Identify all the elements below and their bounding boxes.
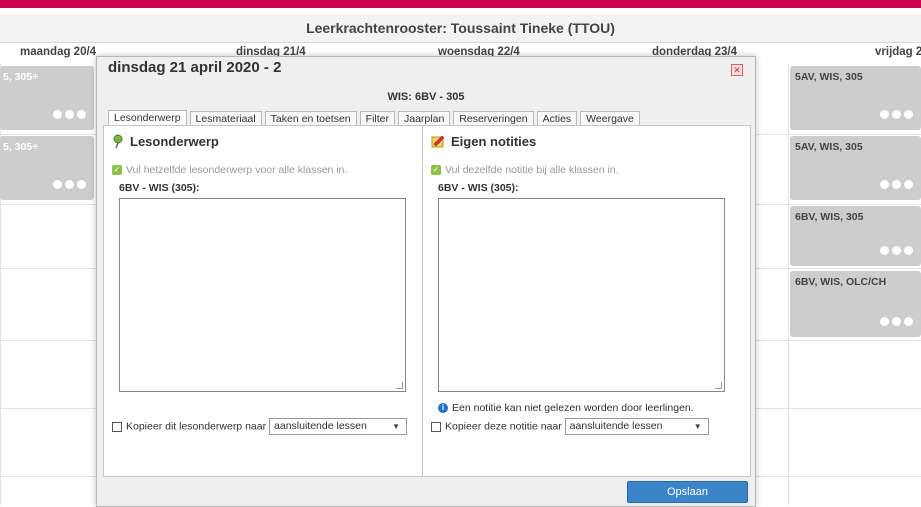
info-icon: i xyxy=(438,403,448,414)
day-header-monday: maandag 20/4 xyxy=(20,46,97,58)
tab-taken-en-toetsen[interactable]: Taken en toetsen xyxy=(264,111,357,126)
more-options-icon[interactable] xyxy=(877,317,913,327)
chevron-down-icon: ▼ xyxy=(392,422,401,431)
tab-filter[interactable]: Filter xyxy=(359,111,395,126)
lesson-card-label: 6BV, WIS, 305 xyxy=(795,211,864,223)
tab-acties[interactable]: Acties xyxy=(536,111,578,126)
copy-label: Kopieer deze notitie naar xyxy=(445,420,562,433)
field-label: 6BV - WIS (305): xyxy=(119,182,200,194)
check-icon: ✓ xyxy=(112,165,122,176)
pin-icon xyxy=(112,134,124,151)
fill-all-label: Vul dezelfde notitie bij alle klassen in… xyxy=(445,164,619,176)
section-title: Eigen notities xyxy=(431,134,536,151)
copy-checkbox[interactable] xyxy=(112,421,122,432)
fill-all-checkbox[interactable]: ✓ Vul hetzelfde lesonderwerp voor alle kl… xyxy=(112,164,347,176)
day-column-monday xyxy=(0,64,98,505)
section-title-text: Lesonderwerp xyxy=(130,134,219,149)
fill-all-checkbox[interactable]: ✓ Vul dezelfde notitie bij alle klassen i… xyxy=(431,164,619,176)
close-icon[interactable]: ✕ xyxy=(731,64,743,76)
tab-lesmateriaal[interactable]: Lesmateriaal xyxy=(189,111,262,126)
tab-bar: Lesonderwerp Lesmateriaal Taken en toetsen… xyxy=(108,110,643,126)
lesson-card-label: 5, 305+ xyxy=(3,141,39,153)
more-options-icon[interactable] xyxy=(50,180,86,190)
lesson-card-label: 5AV, WIS, 305 xyxy=(795,141,863,153)
more-options-icon[interactable] xyxy=(877,180,913,190)
more-options-icon[interactable] xyxy=(50,110,86,120)
tab-jaarplan[interactable]: Jaarplan xyxy=(398,111,451,126)
more-options-icon[interactable] xyxy=(877,110,913,120)
eigen-notities-section: Eigen notities ✓ Vul dezelfde notitie bij… xyxy=(422,126,741,476)
copy-label: Kopieer dit lesonderwerp naar xyxy=(126,420,267,433)
tab-panel: Lesonderwerp ✓ Vul hetzelfde lesonderwerp… xyxy=(103,125,751,477)
page-title: Leerkrachtenrooster: Toussaint Tineke (T… xyxy=(0,14,921,43)
copy-target-select[interactable]: aansluitende lessen ▼ xyxy=(564,418,709,435)
lesson-card[interactable]: 6BV, WIS, 305 xyxy=(790,206,921,266)
lesson-card-label: 5AV, WIS, 305 xyxy=(795,71,863,83)
top-accent-bar xyxy=(0,0,921,8)
resize-grip-icon[interactable] xyxy=(396,382,403,389)
copy-checkbox[interactable] xyxy=(431,421,441,432)
lesson-card[interactable]: 5AV, WIS, 305 xyxy=(790,66,921,130)
note-icon xyxy=(431,134,445,151)
select-value: aansluitende lessen xyxy=(274,420,367,432)
tab-weergave[interactable]: Weergave xyxy=(580,111,640,126)
resize-grip-icon[interactable] xyxy=(715,382,722,389)
check-icon: ✓ xyxy=(431,165,441,176)
lesonderwerp-textarea[interactable] xyxy=(119,198,406,392)
tab-reserveringen[interactable]: Reserveringen xyxy=(453,111,534,126)
copy-row: Kopieer dit lesonderwerp naar aansluiten… xyxy=(112,418,408,435)
lesson-card[interactable]: 5, 305+ xyxy=(0,66,94,130)
info-message: i Een notitie kan niet gelezen worden doo… xyxy=(438,402,694,414)
info-text: Een notitie kan niet gelezen worden door… xyxy=(452,402,694,414)
lesson-card[interactable]: 5, 305+ xyxy=(0,136,94,200)
select-value: aansluitende lessen xyxy=(569,420,663,432)
dialog-title: dinsdag 21 april 2020 - 2 xyxy=(108,59,282,76)
dialog-subheading: WIS: 6BV - 305 xyxy=(387,91,465,103)
lesonderwerp-section: Lesonderwerp ✓ Vul hetzelfde lesonderwerp… xyxy=(104,126,422,476)
tab-lesonderwerp[interactable]: Lesonderwerp xyxy=(108,110,187,126)
notities-textarea[interactable] xyxy=(438,198,725,392)
fill-all-label: Vul hetzelfde lesonderwerp voor alle kla… xyxy=(126,164,348,176)
field-label: 6BV - WIS (305): xyxy=(438,182,519,194)
lesson-dialog: dinsdag 21 april 2020 - 2 ✕ WIS: 6BV - 3… xyxy=(96,56,756,507)
chevron-down-icon: ▼ xyxy=(693,422,702,431)
more-options-icon[interactable] xyxy=(877,246,913,256)
copy-row: Kopieer deze notitie naar aansluitende l… xyxy=(431,418,709,435)
copy-target-select[interactable]: aansluitende lessen ▼ xyxy=(269,418,408,435)
day-header-friday: vrijdag 2 xyxy=(875,46,921,58)
save-button[interactable]: Opslaan xyxy=(627,481,748,503)
lesson-card-label: 6BV, WIS, OLC/CH xyxy=(795,276,887,288)
lesson-card[interactable]: 6BV, WIS, OLC/CH xyxy=(790,271,921,337)
section-title: Lesonderwerp xyxy=(112,134,219,151)
section-title-text: Eigen notities xyxy=(451,134,537,149)
lesson-card-label: 5, 305+ xyxy=(3,71,39,83)
lesson-card[interactable]: 5AV, WIS, 305 xyxy=(790,136,921,200)
